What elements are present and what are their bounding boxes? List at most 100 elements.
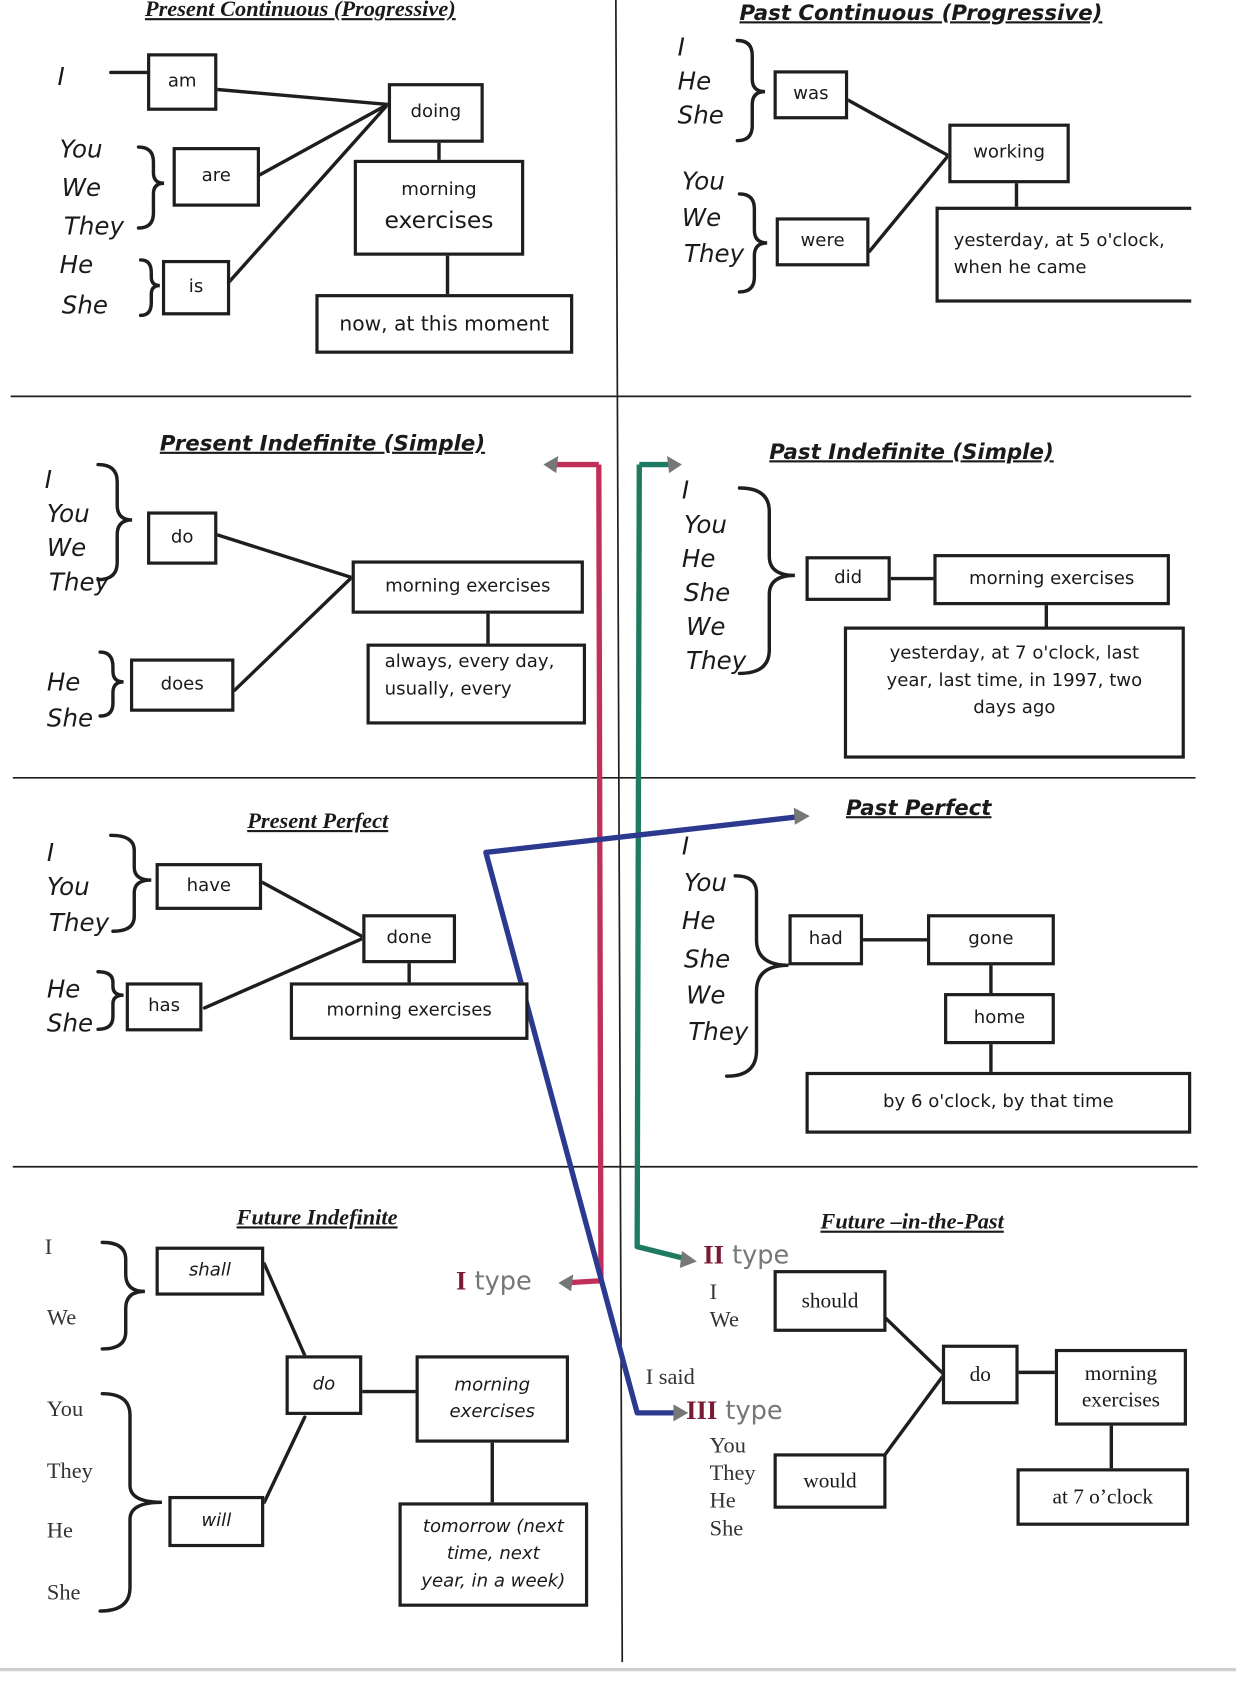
object-line: morning bbox=[1084, 1361, 1158, 1386]
title-present-continuous: Present Continuous (Progressive) bbox=[144, 0, 456, 22]
aux-box-shall: shall bbox=[155, 1246, 265, 1296]
type-word: type bbox=[732, 1240, 790, 1271]
aux-box-am: am bbox=[147, 53, 218, 111]
type-1-label: I type bbox=[456, 1266, 532, 1297]
brace bbox=[96, 462, 133, 582]
time-box: tomorrow (next time, next year, in a wee… bbox=[398, 1502, 589, 1607]
aux-box-would: would bbox=[773, 1453, 887, 1509]
object-box: morning exercises bbox=[1054, 1348, 1187, 1426]
pronoun: You bbox=[46, 500, 90, 529]
participle-box-gone: gone bbox=[926, 914, 1055, 966]
pronoun: They bbox=[46, 1457, 93, 1484]
brace bbox=[138, 258, 160, 318]
pronoun: I bbox=[681, 833, 690, 861]
type-word: type bbox=[725, 1395, 783, 1426]
pronoun: She bbox=[61, 291, 108, 320]
object-box: morning exercises bbox=[933, 554, 1170, 606]
object-line: exercises bbox=[1081, 1388, 1160, 1412]
pronoun: You bbox=[684, 869, 727, 898]
pronoun: I bbox=[677, 34, 685, 62]
pronoun: I bbox=[709, 1278, 718, 1305]
time-box: by 6 o'clock, by that time bbox=[805, 1071, 1192, 1134]
pronoun: He bbox=[46, 1517, 73, 1543]
aux-box-have: have bbox=[155, 863, 263, 910]
aux-box-should: should bbox=[773, 1270, 887, 1332]
time-box: now, at this moment bbox=[315, 294, 574, 354]
object-box: morning exercises bbox=[351, 560, 584, 614]
pronoun: She bbox=[684, 946, 731, 974]
pronoun: They bbox=[684, 240, 745, 269]
pronoun: I bbox=[46, 839, 55, 868]
verb-box-do: do bbox=[941, 1344, 1019, 1405]
pronoun: You bbox=[46, 1395, 84, 1422]
pronoun: We bbox=[686, 613, 726, 642]
pronoun: We bbox=[686, 982, 726, 1011]
object-line: morning bbox=[401, 178, 477, 201]
connector bbox=[232, 575, 354, 693]
title-future-in-the-past: Future –in-the-Past bbox=[820, 1208, 1004, 1234]
pronoun: They bbox=[49, 568, 110, 597]
aux-box-did: did bbox=[805, 556, 891, 601]
title-past-continuous: Past Continuous (Progressive) bbox=[739, 0, 1103, 26]
verb-box-working: working bbox=[948, 123, 1070, 184]
connector bbox=[215, 533, 354, 580]
said-label: I said bbox=[645, 1363, 695, 1390]
aux-box-are: are bbox=[172, 147, 260, 207]
pronoun: They bbox=[63, 213, 125, 241]
brace bbox=[98, 1391, 162, 1613]
connector bbox=[882, 1372, 946, 1458]
pronoun: You bbox=[709, 1432, 746, 1458]
pronoun: He bbox=[46, 669, 81, 697]
pronoun: We bbox=[46, 534, 87, 563]
brace bbox=[98, 650, 124, 718]
title-present-indefinite: Present Indefinite (Simple) bbox=[159, 430, 486, 457]
time-line: yesterday, at 7 o'clock, last bbox=[889, 642, 1140, 664]
aux-box-is: is bbox=[161, 259, 231, 316]
time-line: always, every day, bbox=[384, 651, 555, 673]
arrowhead-right-icon bbox=[679, 1250, 697, 1268]
roman-numeral: II bbox=[703, 1241, 724, 1271]
time-line: year, in a week) bbox=[421, 1570, 566, 1592]
object-box: morning exercises bbox=[353, 159, 525, 256]
time-line: tomorrow (next bbox=[422, 1515, 564, 1538]
center-divider bbox=[615, 0, 624, 1663]
time-box: always, every day, usually, every bbox=[366, 643, 587, 725]
pronoun: We bbox=[681, 204, 722, 233]
object-box-home: home bbox=[944, 993, 1055, 1045]
time-line: year, last time, in 1997, two bbox=[886, 669, 1143, 691]
aux-box-was: was bbox=[773, 70, 849, 120]
time-line: days ago bbox=[973, 696, 1056, 719]
pronoun: She bbox=[46, 1579, 81, 1605]
time-line: when he came bbox=[953, 256, 1087, 279]
time-line: yesterday, at 5 o'clock, bbox=[953, 229, 1165, 251]
pronoun: They bbox=[686, 647, 747, 676]
type-3-label: III type bbox=[686, 1396, 782, 1427]
brace bbox=[737, 486, 795, 676]
aux-box-do: do bbox=[147, 511, 218, 565]
pronoun: He bbox=[46, 975, 81, 1004]
time-box: yesterday, at 5 o'clock, when he came bbox=[935, 206, 1192, 303]
aux-box-had: had bbox=[788, 914, 864, 966]
pronoun: I bbox=[681, 477, 690, 506]
object-line: exercises bbox=[384, 208, 494, 235]
pronoun: She bbox=[684, 579, 731, 608]
pronoun: He bbox=[681, 907, 716, 936]
aux-box-were: were bbox=[775, 217, 870, 267]
connector bbox=[215, 87, 390, 107]
pronoun: They bbox=[49, 909, 110, 938]
title-present-perfect: Present Perfect bbox=[247, 807, 389, 834]
pronoun: I bbox=[44, 466, 52, 495]
pronoun: She bbox=[709, 1515, 744, 1541]
verb-box-do: do bbox=[285, 1355, 363, 1415]
arrowhead-right-icon bbox=[793, 807, 810, 825]
brace bbox=[735, 38, 766, 143]
verb-box-doing: doing bbox=[387, 83, 484, 143]
pronoun: She bbox=[46, 705, 94, 734]
brace bbox=[96, 970, 124, 1031]
type-word: type bbox=[474, 1265, 532, 1296]
pronoun: You bbox=[59, 136, 103, 165]
pronoun: She bbox=[46, 1010, 94, 1038]
brace bbox=[100, 1240, 145, 1351]
brace bbox=[136, 145, 165, 230]
participle-box-done: done bbox=[362, 914, 457, 964]
